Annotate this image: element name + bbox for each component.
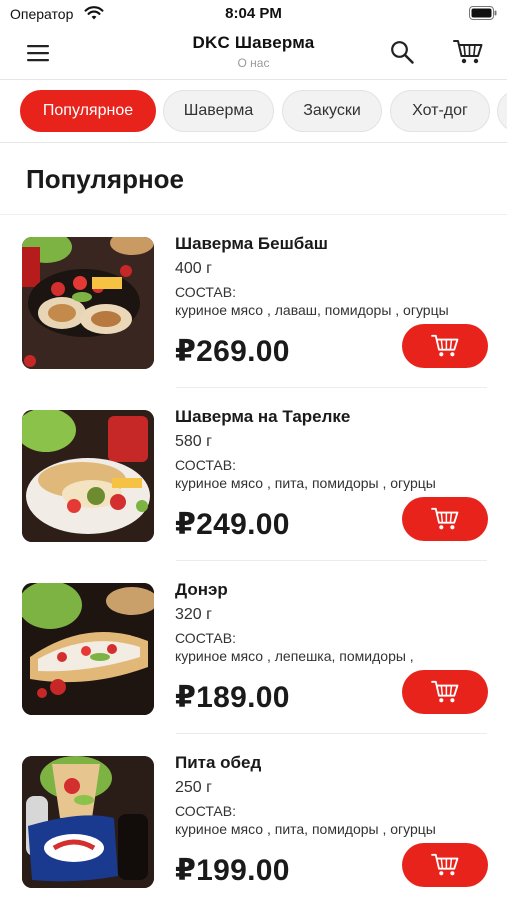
search-icon <box>391 41 414 64</box>
status-bar: Оператор 8:04 PM <box>0 0 507 28</box>
product-divider <box>176 560 487 561</box>
category-tabs: Популярное Шаверма Закуски Хот-дог <box>0 81 507 143</box>
product-card[interactable]: Шаверма на Тарелке 580 г СОСТАВ: куриное… <box>0 389 507 561</box>
add-to-cart-button[interactable] <box>402 843 488 887</box>
product-name: Пита обед <box>175 753 262 772</box>
product-price: ₽199.00 <box>175 854 290 887</box>
cart-icon <box>431 853 459 876</box>
product-weight: 400 г <box>175 260 212 277</box>
product-weight: 250 г <box>175 779 212 796</box>
tab-popular[interactable]: Популярное <box>20 90 156 132</box>
composition-label: СОСТАВ: <box>175 457 236 473</box>
tab-snacks[interactable]: Закуски <box>282 90 382 132</box>
product-composition: куриное мясо , пита, помидоры , огурцы <box>175 475 436 491</box>
battery-icon <box>469 6 497 20</box>
section-title: Популярное <box>26 164 185 194</box>
tab-shawarma[interactable]: Шаверма <box>163 90 274 132</box>
composition-label: СОСТАВ: <box>175 284 236 300</box>
product-divider <box>176 733 487 734</box>
product-weight: 320 г <box>175 606 212 623</box>
cart-icon <box>453 40 483 64</box>
cart-icon <box>431 680 459 703</box>
cart-button[interactable] <box>450 35 486 69</box>
composition-label: СОСТАВ: <box>175 803 236 819</box>
product-card[interactable]: Шаверма Бешбаш 400 г СОСТАВ: куриное мяс… <box>0 216 507 388</box>
product-weight: 580 г <box>175 433 212 450</box>
product-composition: куриное мясо , лаваш, помидоры , огурцы <box>175 302 449 318</box>
product-card[interactable]: Донэр 320 г СОСТАВ: куриное мясо , лепеш… <box>0 562 507 734</box>
app-title: DKC Шаверма <box>192 33 315 52</box>
product-image[interactable] <box>22 756 154 888</box>
cart-icon <box>431 334 459 357</box>
nav-titles: DKC Шаверма О нас <box>0 33 507 70</box>
product-price: ₽189.00 <box>175 681 290 714</box>
add-to-cart-button[interactable] <box>402 670 488 714</box>
product-image[interactable] <box>22 237 154 369</box>
tab-hotdog[interactable]: Хот-дог <box>390 90 490 132</box>
product-card[interactable]: Пита обед 250 г СОСТАВ: куриное мясо , п… <box>0 735 507 900</box>
product-composition: куриное мясо , пита, помидоры , огурцы <box>175 821 436 837</box>
product-name: Шаверма на Тарелке <box>175 407 351 426</box>
product-image[interactable] <box>22 410 154 542</box>
product-name: Шаверма Бешбаш <box>175 234 328 253</box>
product-composition: куриное мясо , лепешка, помидоры , <box>175 648 414 664</box>
tab-more[interactable] <box>497 90 507 132</box>
composition-label: СОСТАВ: <box>175 630 236 646</box>
product-divider <box>176 387 487 388</box>
cart-icon <box>431 507 459 530</box>
add-to-cart-button[interactable] <box>402 497 488 541</box>
product-price: ₽269.00 <box>175 335 290 368</box>
search-button[interactable] <box>386 36 418 68</box>
add-to-cart-button[interactable] <box>402 324 488 368</box>
section-divider <box>0 214 507 215</box>
product-name: Донэр <box>175 580 228 599</box>
nav-bar: DKC Шаверма О нас <box>0 28 507 80</box>
product-image[interactable] <box>22 583 154 715</box>
status-time: 8:04 PM <box>225 5 282 22</box>
about-link[interactable]: О нас <box>0 56 507 70</box>
product-price: ₽249.00 <box>175 508 290 541</box>
